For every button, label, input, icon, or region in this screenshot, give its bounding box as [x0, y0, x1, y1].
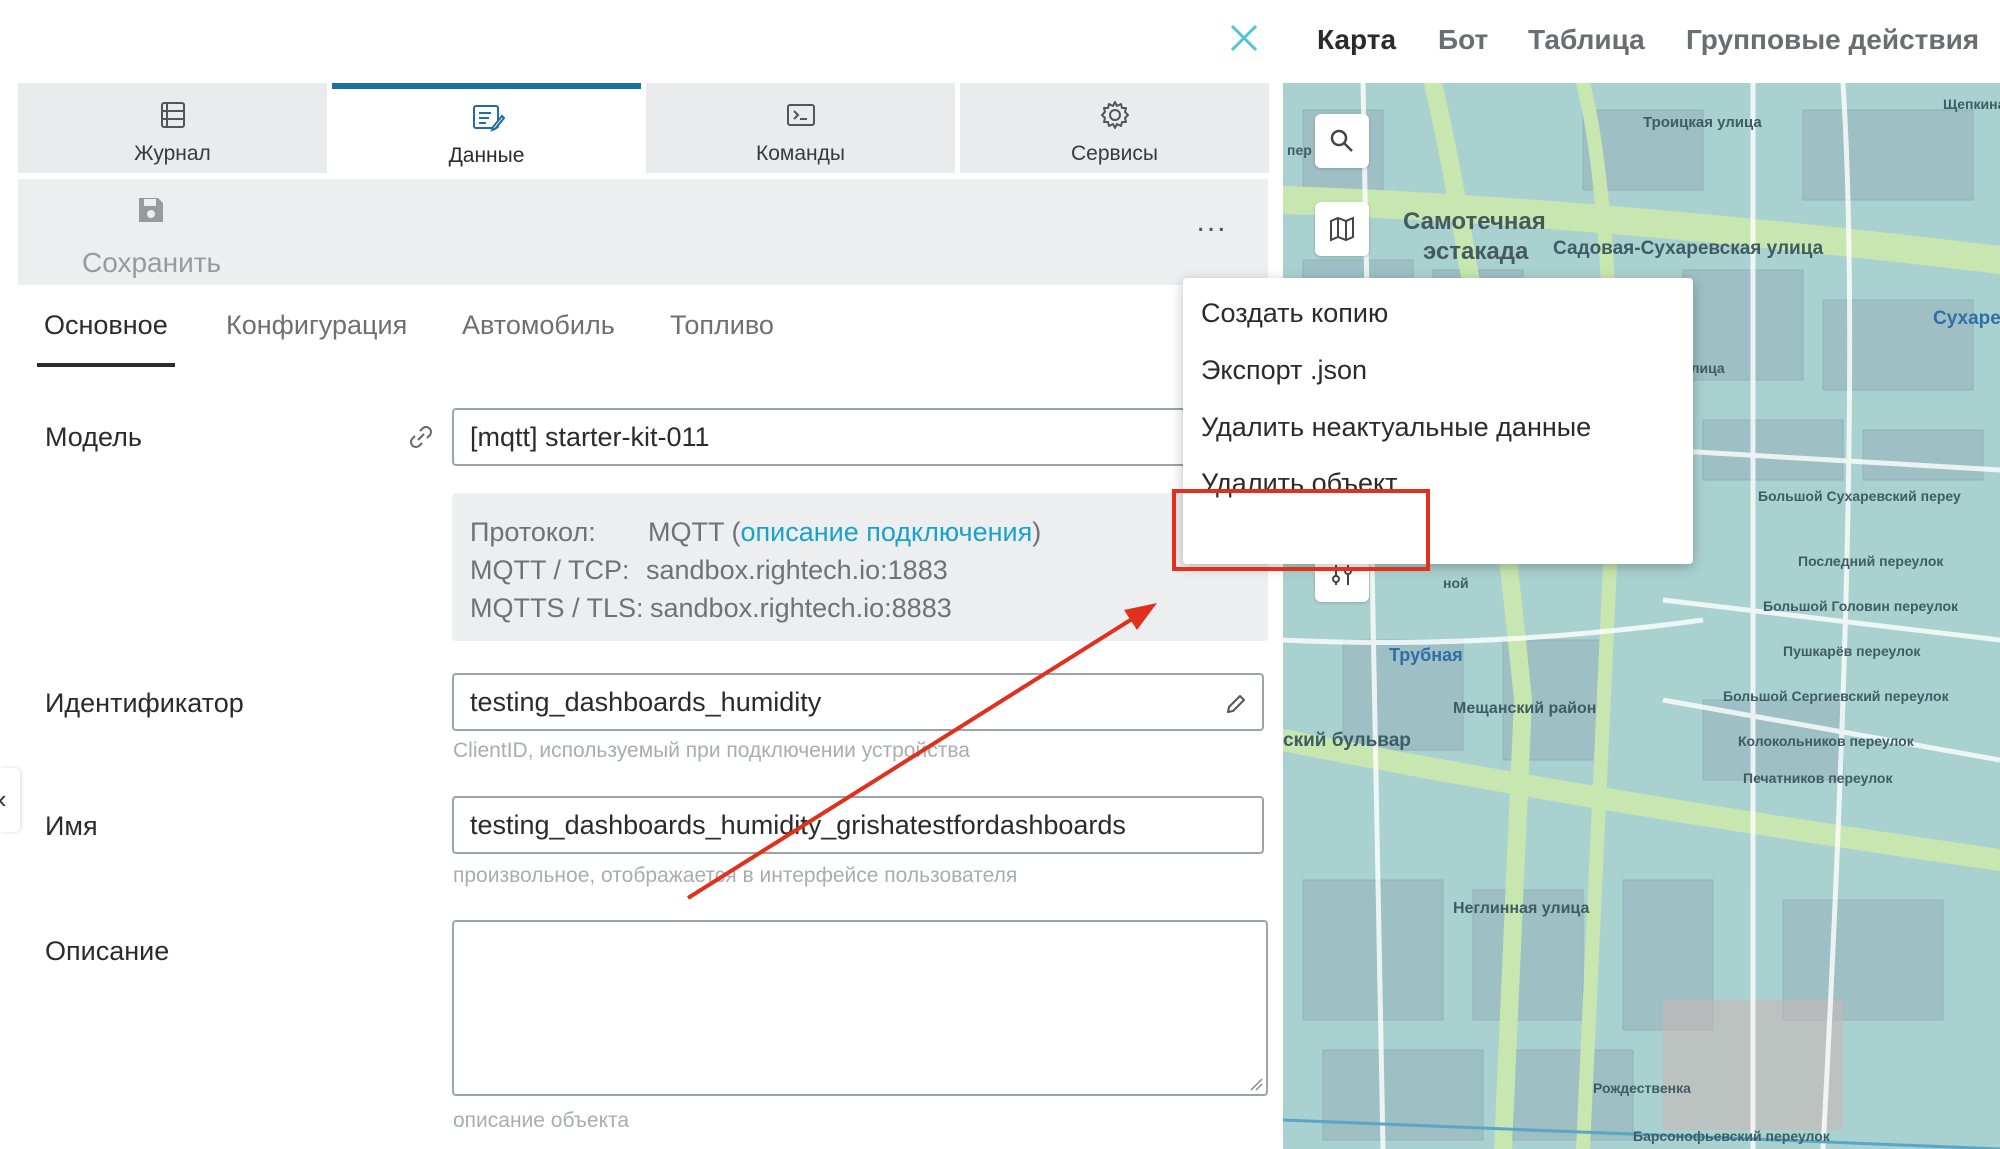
street-label: Большой Сухаревский переу	[1758, 488, 1961, 504]
save-icon	[139, 198, 163, 222]
tab-services[interactable]: Сервисы	[960, 83, 1269, 173]
object-panel: Журнал Данные Команды Сервисы Сохранить …	[0, 0, 1283, 1149]
street-label: эстакада	[1423, 238, 1529, 265]
close-button[interactable]	[1226, 20, 1262, 56]
collapse-panel-button[interactable]: ‹	[0, 768, 20, 832]
street-label: Рождественка	[1593, 1080, 1691, 1096]
filter-icon	[1332, 565, 1352, 585]
identifier-hint: ClientID, используемый при подключении у…	[453, 739, 970, 762]
street-label: Барсонофьевский переулок	[1633, 1128, 1830, 1144]
subtab-main[interactable]: Основное	[37, 310, 175, 367]
menu-item-delete-outdated-data[interactable]: Удалить неактуальные данные	[1201, 412, 1591, 443]
tab-services-label: Сервисы	[1070, 142, 1158, 165]
description-hint: описание объекта	[453, 1109, 630, 1132]
search-icon	[1330, 129, 1353, 152]
menu-item-create-copy[interactable]: Создать копию	[1201, 298, 1388, 329]
name-label: Имя	[45, 811, 98, 841]
resize-handle-icon[interactable]	[1249, 1077, 1263, 1091]
pencil-icon[interactable]	[1224, 692, 1248, 716]
tab-group-actions[interactable]: Групповые действия	[1686, 24, 1979, 56]
street-label: Большой Сергиевский переулок	[1723, 688, 1949, 704]
commands-icon	[786, 104, 815, 126]
tls-label: MQTTS / TLS:	[470, 593, 644, 623]
street-label: Печатников переулок	[1743, 770, 1893, 786]
protocol-value: MQTT (описание подключения)	[648, 517, 1042, 547]
subtab-configuration[interactable]: Конфигурация	[226, 310, 407, 363]
street-label: Троицкая улица	[1643, 114, 1762, 131]
tcp-value: sandbox.rightech.io:1883	[646, 555, 948, 585]
street-label: пер	[1287, 142, 1312, 158]
subtab-fuel[interactable]: Топливо	[670, 310, 774, 363]
street-label: Пушкарёв переулок	[1783, 643, 1921, 659]
identifier-input[interactable]: testing_dashboards_humidity	[452, 673, 1264, 731]
street-label: Мещанский район	[1453, 700, 1597, 717]
street-label: Садовая-Сухаревская улица	[1553, 238, 1824, 259]
tab-data-label: Данные	[448, 144, 525, 167]
description-textarea[interactable]	[452, 920, 1268, 1096]
protocol-row: Протокол: MQTT (описание подключения)	[470, 517, 1041, 548]
save-label: Сохранить	[82, 247, 222, 278]
street-label: ский бульвар	[1283, 730, 1411, 751]
map-icon	[1330, 216, 1354, 242]
tab-map[interactable]: Карта	[1317, 24, 1396, 56]
tab-commands[interactable]: Команды	[646, 83, 955, 173]
model-select[interactable]: [mqtt] starter-kit-011	[452, 408, 1264, 466]
subtab-automobile[interactable]: Автомобиль	[462, 310, 615, 363]
street-label: Большой Головин переулок	[1763, 598, 1959, 614]
tab-table[interactable]: Таблица	[1528, 24, 1645, 56]
toolbar: Сохранить ...	[18, 179, 1268, 285]
tab-bot[interactable]: Бот	[1438, 24, 1488, 56]
map-area[interactable]: Троицкая улица Самотечная эстакада Садов…	[1283, 0, 2000, 1149]
services-icon	[1100, 101, 1129, 129]
tls-row: MQTTS / TLS: sandbox.rightech.io:8883	[470, 593, 952, 624]
name-hint: произвольное, отображается в интерфейсе …	[453, 864, 1018, 887]
data-icon	[472, 105, 505, 132]
protocol-info: Протокол: MQTT (описание подключения) MQ…	[452, 493, 1268, 641]
map-tiles	[1283, 74, 2000, 1149]
tcp-row: MQTT / TCP: sandbox.rightech.io:1883	[470, 555, 948, 586]
connection-description-link[interactable]: описание подключения	[740, 517, 1032, 547]
tab-journal[interactable]: Журнал	[18, 83, 327, 173]
link-icon[interactable]	[406, 422, 436, 452]
close-icon	[1230, 24, 1258, 52]
chevron-left-icon: ‹	[0, 784, 7, 815]
description-label: Описание	[45, 936, 170, 966]
protocol-label: Протокол:	[470, 517, 596, 547]
tcp-label: MQTT / TCP:	[470, 555, 630, 585]
menu-item-export-json[interactable]: Экспорт .json	[1201, 355, 1367, 386]
identifier-label: Идентификатор	[45, 688, 244, 718]
name-input[interactable]: testing_dashboards_humidity_grishatestfo…	[452, 796, 1264, 854]
street-label: Трубная	[1389, 645, 1463, 665]
more-options-button[interactable]: ...	[1190, 205, 1234, 245]
tab-data[interactable]: Данные	[332, 83, 641, 173]
map-layers-button[interactable]	[1315, 202, 1369, 256]
map-search-button[interactable]	[1315, 114, 1369, 168]
map-tabs: Карта Бот Таблица Групповые действия	[1283, 0, 2000, 83]
street-label: Самотечная	[1403, 208, 1546, 235]
journal-icon	[160, 102, 185, 128]
street-label: ной	[1443, 575, 1469, 591]
street-label: Сухаре	[1933, 308, 2000, 329]
street-label: Щепкина	[1943, 96, 2000, 112]
model-label: Модель	[45, 422, 142, 452]
street-label: Колокольников переулок	[1738, 733, 1914, 749]
tab-journal-label: Журнал	[134, 142, 211, 165]
tls-value: sandbox.rightech.io:8883	[650, 593, 952, 623]
tab-commands-label: Команды	[756, 142, 845, 165]
street-label: Неглинная улица	[1453, 900, 1590, 917]
menu-item-delete-object[interactable]: Удалить объект	[1201, 468, 1398, 499]
save-button[interactable]: Сохранить	[58, 195, 228, 278]
street-label: Последний переулок	[1798, 553, 1944, 569]
panel-tabs: Журнал Данные Команды Сервисы	[18, 83, 1269, 173]
more-options-menu: Создать копию Экспорт .json Удалить неак…	[1183, 278, 1693, 564]
